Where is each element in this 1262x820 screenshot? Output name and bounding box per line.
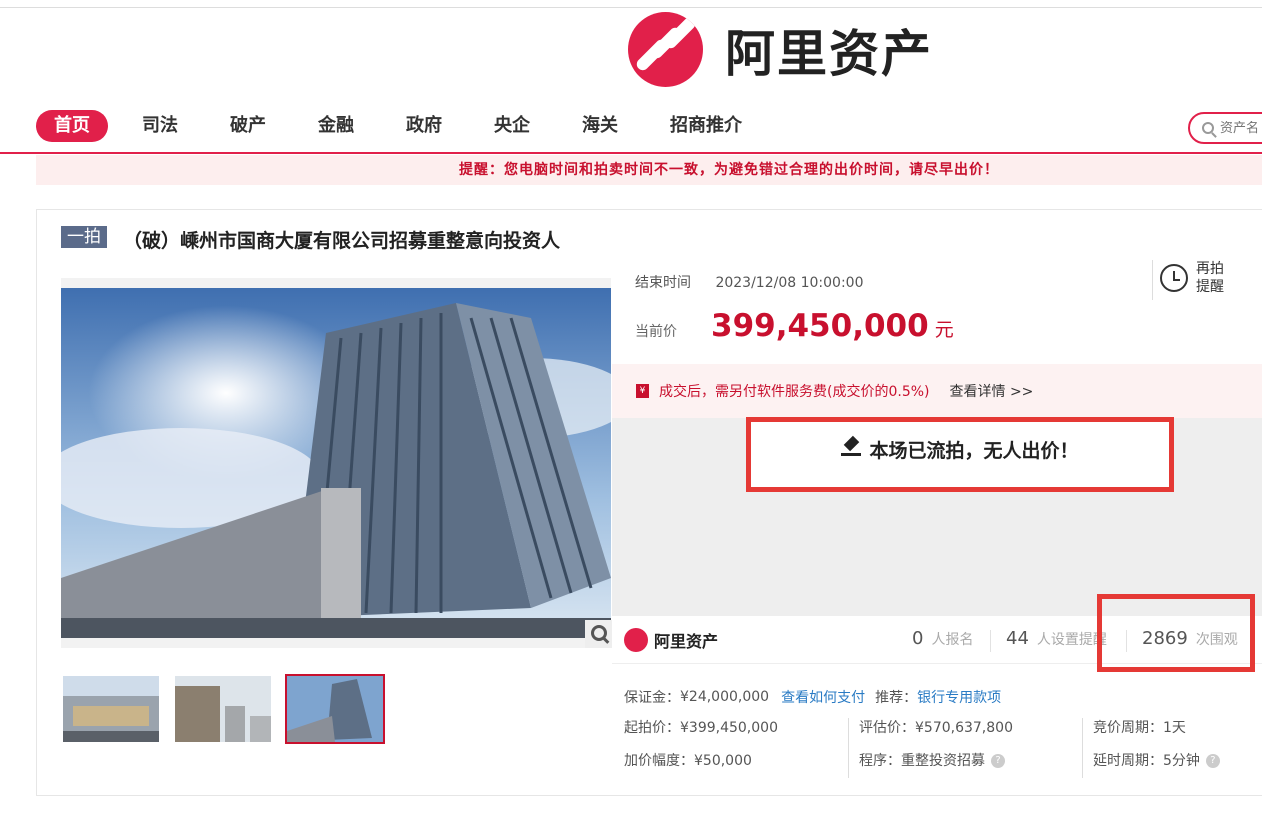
search-icon [1202, 122, 1214, 134]
auction-card: 一拍 （破）嵊州市国商大厦有限公司招募重整意向投资人 结束时间 2023/12/… [36, 209, 1262, 796]
signup-label: 人报名 [931, 632, 974, 648]
nav-item-customs[interactable]: 海关 [582, 110, 618, 142]
alarm-clock-icon [1160, 264, 1188, 292]
top-divider [0, 7, 1262, 8]
start-price: 起拍价：¥399,450,000 [624, 720, 778, 736]
price-unit: 元 [934, 319, 954, 341]
thumbnail-2[interactable] [173, 674, 273, 744]
fee-icon: ¥ [636, 384, 649, 398]
stat-divider [990, 630, 991, 652]
nav-item-central-soe[interactable]: 央企 [494, 110, 530, 142]
nav-item-bankruptcy[interactable]: 破产 [230, 110, 266, 142]
recommend-label: 推荐： [875, 689, 918, 706]
search-input[interactable] [1220, 120, 1262, 136]
stats-bar: 阿里资产 0 人报名 44 人设置提醒 2869 次围观 [612, 594, 1262, 672]
service-fee-bar: ¥ 成交后，需另付软件服务费(成交价的0.5%) 查看详情 >> [612, 364, 1262, 418]
round-badge: 一拍 [61, 226, 107, 248]
thumbnail-1[interactable] [61, 674, 161, 744]
payment-howto-link[interactable]: 查看如何支付 [781, 687, 865, 707]
mini-logo-icon [624, 628, 648, 652]
column-divider [848, 718, 849, 778]
help-icon[interactable]: ? [1205, 754, 1220, 768]
signup-count: 0 [912, 628, 924, 649]
nav-item-finance[interactable]: 金融 [318, 110, 354, 142]
nav-underline [0, 152, 1262, 154]
procedure-label: 程序： [859, 753, 901, 769]
status-highlight-box: 本场已流拍，无人出价！ [746, 417, 1174, 492]
time-reminder-banner: 提醒：您电脑时间和拍卖时间不一致，为避免错过合理的出价时间，请尽早出价！ [36, 155, 1262, 185]
reminder-count: 44 [1006, 628, 1029, 649]
column-divider [1082, 718, 1083, 778]
delay-cycle-row: 延时周期：5分钟? [1093, 745, 1220, 778]
end-time-value: 2023/12/08 10:00:00 [715, 275, 864, 291]
thumbnail-3[interactable] [285, 674, 385, 744]
search-box[interactable] [1188, 112, 1262, 144]
remind-divider [1152, 260, 1153, 300]
main-image [61, 278, 611, 648]
mini-logo: 阿里资产 [624, 628, 718, 652]
auction-title: （破）嵊州市国商大厦有限公司招募重整意向投资人 [123, 230, 561, 252]
reminder-stat: 44 人设置提醒 [1006, 628, 1107, 649]
nav-item-judicial[interactable]: 司法 [142, 110, 178, 142]
recommend-link[interactable]: 银行专用款项 [917, 687, 1001, 707]
end-time-row: 结束时间 2023/12/08 10:00:00 [635, 272, 863, 292]
current-price-label: 当前价 [635, 324, 677, 340]
thumbnail-strip [61, 674, 397, 744]
zoom-icon[interactable] [585, 620, 613, 648]
signup-stat: 0 人报名 [912, 628, 973, 649]
remind-label: 再拍提醒 [1196, 261, 1224, 295]
appraisal-price: 评估价：¥570,637,800 [859, 720, 1013, 736]
fee-detail-link[interactable]: 查看详情 >> [950, 381, 1034, 401]
nav-item-home[interactable]: 首页 [36, 110, 108, 142]
end-time-label: 结束时间 [635, 275, 691, 291]
current-price-value: 399,450,000 [711, 308, 929, 344]
gavel-icon [841, 436, 862, 456]
deposit-row: 保证金： ¥24,000,000 查看如何支付 推荐： 银行专用款项 [624, 680, 1001, 713]
bid-cycle: 竞价周期：1天 [1093, 720, 1186, 736]
remind-button[interactable]: 再拍提醒 [1152, 260, 1228, 300]
deposit-value: ¥24,000,000 [680, 688, 770, 705]
deposit-label: 保证金： [624, 689, 680, 706]
delay-cycle: 延时周期：5分钟 [1093, 753, 1200, 769]
price-increment: 加价幅度：¥50,000 [624, 753, 752, 769]
nav-item-investment[interactable]: 招商推介 [670, 110, 742, 142]
logo-mark-icon [628, 12, 703, 87]
procedure-value: 重整投资招募 [901, 753, 985, 769]
main-nav: 首页 司法 破产 金融 政府 央企 海关 招商推介 [36, 110, 794, 142]
fee-text: 成交后，需另付软件服务费(成交价的0.5%) [659, 384, 930, 400]
logo-text: 阿里资产 [725, 24, 933, 83]
current-price-row: 当前价 399,450,000 元 [635, 308, 954, 344]
views-highlight-box [1097, 594, 1255, 672]
status-area: 本场已流拍，无人出价！ [612, 417, 1262, 616]
help-icon[interactable]: ? [991, 754, 1005, 768]
auction-status-text: 本场已流拍，无人出价！ [869, 440, 1079, 462]
site-logo[interactable]: 阿里资产 [628, 12, 933, 87]
mini-logo-text: 阿里资产 [654, 632, 719, 651]
nav-item-government[interactable]: 政府 [406, 110, 442, 142]
procedure-row: 程序：重整投资招募? [859, 745, 1013, 778]
